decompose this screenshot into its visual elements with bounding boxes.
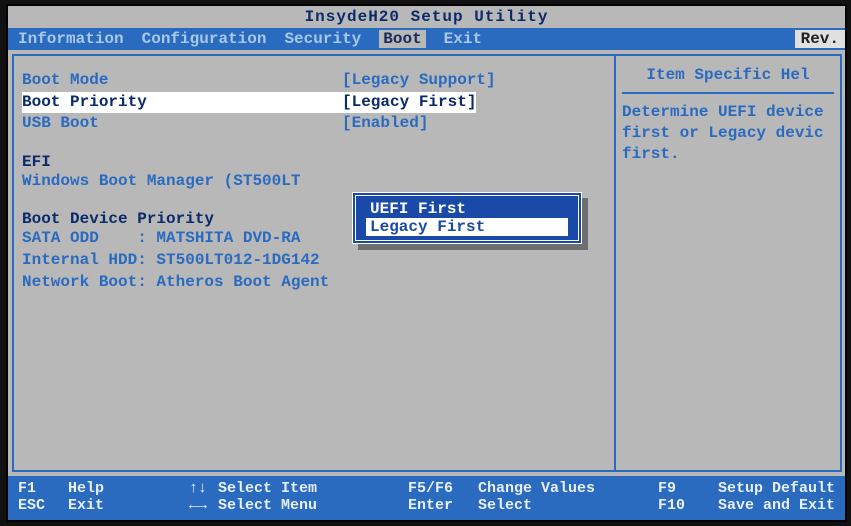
label-select-menu: Select Menu bbox=[218, 497, 408, 514]
footer-row-2: ESC Exit ←→ Select Menu Enter Select F10… bbox=[18, 497, 835, 514]
internal-hdd: Internal HDD: ST500LT012-1DG142 bbox=[22, 250, 320, 272]
key-enter: Enter bbox=[408, 497, 478, 514]
label-setup-default: Setup Default bbox=[718, 480, 835, 497]
boot-priority-popup: UEFI First Legacy First bbox=[352, 192, 582, 244]
efi-entry: Windows Boot Manager (ST500LT bbox=[22, 171, 300, 193]
bios-screen: InsydeH20 Setup Utility Information Conf… bbox=[6, 4, 847, 522]
label-exit: Exit bbox=[68, 497, 178, 514]
menu-configuration[interactable]: Configuration bbox=[142, 30, 267, 48]
key-f10: F10 bbox=[658, 497, 718, 514]
help-body: Determine UEFI device first or Legacy de… bbox=[622, 102, 834, 164]
label-select: Select bbox=[478, 497, 658, 514]
footer-row-1: F1 Help ↑↓ Select Item F5/F6 Change Valu… bbox=[18, 480, 835, 497]
label-select-item: Select Item bbox=[218, 480, 408, 497]
menu-bar: Information Configuration Security Boot … bbox=[8, 28, 845, 50]
arrows-updown-icon: ↑↓ bbox=[178, 480, 218, 497]
boot-mode-label: Boot Mode bbox=[22, 70, 342, 92]
main-area: Boot Mode [Legacy Support] Boot Priority… bbox=[8, 50, 845, 476]
boot-mode-value: [Legacy Support] bbox=[342, 70, 496, 92]
menu-security[interactable]: Security bbox=[284, 30, 361, 48]
key-esc: ESC bbox=[18, 497, 68, 514]
popup-option-legacy-first[interactable]: Legacy First bbox=[366, 218, 568, 236]
boot-priority-label: Boot Priority bbox=[22, 92, 342, 114]
internal-hdd-row[interactable]: Internal HDD: ST500LT012-1DG142 bbox=[22, 250, 606, 272]
key-f9: F9 bbox=[658, 480, 718, 497]
usb-boot-value: [Enabled] bbox=[342, 113, 428, 135]
boot-settings-panel: Boot Mode [Legacy Support] Boot Priority… bbox=[12, 54, 614, 472]
usb-boot-label: USB Boot bbox=[22, 113, 342, 135]
footer-bar: F1 Help ↑↓ Select Item F5/F6 Change Valu… bbox=[8, 476, 845, 520]
label-help: Help bbox=[68, 480, 178, 497]
menu-exit[interactable]: Exit bbox=[444, 30, 482, 48]
utility-title: InsydeH20 Setup Utility bbox=[8, 6, 845, 28]
boot-priority-row[interactable]: Boot Priority [Legacy First] bbox=[22, 92, 606, 114]
sata-odd: SATA ODD : MATSHITA DVD-RA bbox=[22, 228, 300, 250]
help-panel: Item Specific Hel Determine UEFI device … bbox=[614, 54, 842, 472]
network-boot: Network Boot: Atheros Boot Agent bbox=[22, 272, 329, 294]
boot-priority-value: [Legacy First] bbox=[342, 92, 476, 114]
popup-option-uefi-first[interactable]: UEFI First bbox=[366, 200, 568, 218]
label-change-values: Change Values bbox=[478, 480, 658, 497]
help-title: Item Specific Hel bbox=[622, 66, 834, 94]
arrows-leftright-icon: ←→ bbox=[178, 497, 218, 514]
key-f1: F1 bbox=[18, 480, 68, 497]
menu-information[interactable]: Information bbox=[18, 30, 124, 48]
key-f5f6: F5/F6 bbox=[408, 480, 478, 497]
network-boot-row[interactable]: Network Boot: Atheros Boot Agent bbox=[22, 272, 606, 294]
efi-header: EFI bbox=[22, 153, 606, 171]
label-save-exit: Save and Exit bbox=[718, 497, 835, 514]
boot-mode-row[interactable]: Boot Mode [Legacy Support] bbox=[22, 70, 606, 92]
menu-boot[interactable]: Boot bbox=[379, 30, 425, 48]
revision-label: Rev. bbox=[795, 30, 845, 48]
efi-entry-row[interactable]: Windows Boot Manager (ST500LT bbox=[22, 171, 606, 193]
usb-boot-row[interactable]: USB Boot [Enabled] bbox=[22, 113, 606, 135]
